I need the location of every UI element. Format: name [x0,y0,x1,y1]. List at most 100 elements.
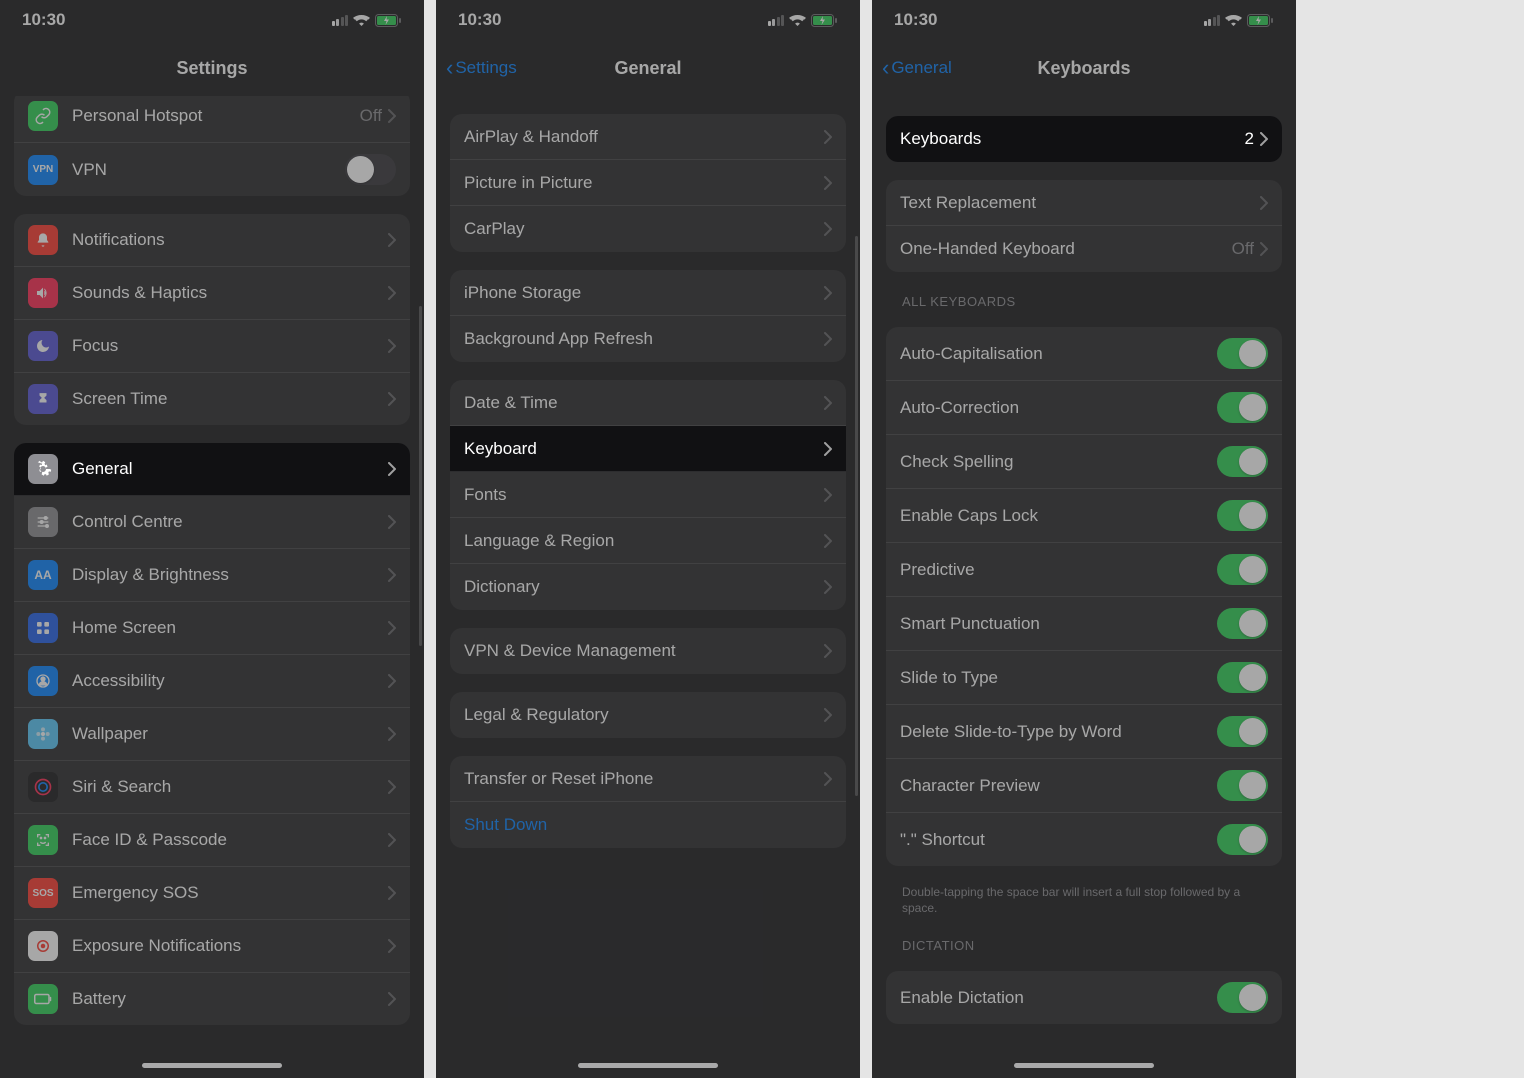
sliders-icon [28,507,58,537]
chevron-right-icon [824,644,832,658]
row-one-handed[interactable]: One-Handed KeyboardOff [886,226,1282,272]
row-screen-time[interactable]: Screen Time [14,373,410,425]
nav-bar: ‹General Keyboards [872,40,1296,96]
row-fonts[interactable]: Fonts [450,472,846,518]
row-label: Auto-Capitalisation [900,344,1217,364]
toggle-smart-punct[interactable] [1217,608,1268,639]
scroll-area[interactable]: AirPlay & HandoffPicture in PictureCarPl… [436,96,860,1056]
chevron-right-icon [388,992,396,1006]
row-airplay-handoff[interactable]: AirPlay & Handoff [450,114,846,160]
toggle-char-preview[interactable] [1217,770,1268,801]
row-personal-hotspot[interactable]: Personal HotspotOff [14,96,410,143]
row-iphone-storage[interactable]: iPhone Storage [450,270,846,316]
row-label: Text Replacement [900,193,1260,213]
speaker-icon [28,278,58,308]
home-indicator[interactable] [578,1063,718,1068]
toggle-delete-slide[interactable] [1217,716,1268,747]
hourglass-icon [28,384,58,414]
row-notifications[interactable]: Notifications [14,214,410,267]
row-shut-down[interactable]: Shut Down [450,802,846,848]
row-general[interactable]: General [14,443,410,496]
row-char-preview[interactable]: Character Preview [886,759,1282,813]
toggle-enable-dictation[interactable] [1217,982,1268,1013]
settings-group: Keyboards2 [886,116,1282,162]
row-auto-cap[interactable]: Auto-Capitalisation [886,327,1282,381]
section-footer: Double-tapping the space bar will insert… [902,884,1266,916]
row-label: Language & Region [464,531,824,551]
settings-group: iPhone StorageBackground App Refresh [450,270,846,362]
toggle-predictive[interactable] [1217,554,1268,585]
home-indicator[interactable] [142,1063,282,1068]
row-enable-dictation[interactable]: Enable Dictation [886,971,1282,1024]
row-keyboard[interactable]: Keyboard [450,426,846,472]
row-check-spelling[interactable]: Check Spelling [886,435,1282,489]
row-dictionary[interactable]: Dictionary [450,564,846,610]
row-transfer-reset[interactable]: Transfer or Reset iPhone [450,756,846,802]
scroll-area[interactable]: Keyboards2 Text Replacement One-Handed Key… [872,96,1296,1056]
settings-group: AirPlay & HandoffPicture in PictureCarPl… [450,114,846,252]
row-face-id[interactable]: Face ID & Passcode [14,814,410,867]
row-siri-search[interactable]: Siri & Search [14,761,410,814]
chevron-right-icon [824,772,832,786]
row-exposure[interactable]: Exposure Notifications [14,920,410,973]
row-legal[interactable]: Legal & Regulatory [450,692,846,738]
status-time: 10:30 [894,10,937,30]
row-label: Focus [72,336,388,356]
row-bg-refresh[interactable]: Background App Refresh [450,316,846,362]
toggle-caps-lock[interactable] [1217,500,1268,531]
row-date-time[interactable]: Date & Time [450,380,846,426]
row-smart-punct[interactable]: Smart Punctuation [886,597,1282,651]
back-button[interactable]: ‹General [882,57,952,79]
back-button[interactable]: ‹Settings [446,57,517,79]
row-predictive[interactable]: Predictive [886,543,1282,597]
row-caps-lock[interactable]: Enable Caps Lock [886,489,1282,543]
row-sounds-haptics[interactable]: Sounds & Haptics [14,267,410,320]
row-dot-shortcut[interactable]: "." Shortcut [886,813,1282,866]
chevron-right-icon [824,708,832,722]
wifi-icon [353,14,370,26]
row-slide-type[interactable]: Slide to Type [886,651,1282,705]
toggle-auto-cap[interactable] [1217,338,1268,369]
home-indicator[interactable] [1014,1063,1154,1068]
person-icon [28,666,58,696]
row-vpn-device-mgmt[interactable]: VPN & Device Management [450,628,846,674]
scrollbar-thumb[interactable] [419,306,422,646]
chevron-right-icon [388,939,396,953]
toggle-auto-correct[interactable] [1217,392,1268,423]
settings-group: Personal HotspotOffVPNVPN [14,96,410,196]
row-emergency-sos[interactable]: SOSEmergency SOS [14,867,410,920]
row-home-screen[interactable]: Home Screen [14,602,410,655]
row-auto-correct[interactable]: Auto-Correction [886,381,1282,435]
toggle-dot-shortcut[interactable] [1217,824,1268,855]
row-wallpaper[interactable]: Wallpaper [14,708,410,761]
toggle-slide-type[interactable] [1217,662,1268,693]
row-label: Shut Down [464,815,832,835]
row-focus[interactable]: Focus [14,320,410,373]
row-text-replacement[interactable]: Text Replacement [886,180,1282,226]
scroll-area[interactable]: Personal HotspotOffVPNVPN NotificationsSo… [0,96,424,1056]
row-language-region[interactable]: Language & Region [450,518,846,564]
row-vpn[interactable]: VPNVPN [14,143,410,196]
flower-icon [28,719,58,749]
chevron-right-icon [824,176,832,190]
chevron-right-icon [388,109,396,123]
row-battery[interactable]: Battery [14,973,410,1025]
row-control-centre[interactable]: Control Centre [14,496,410,549]
row-delete-slide[interactable]: Delete Slide-to-Type by Word [886,705,1282,759]
battery-icon [1247,14,1274,27]
row-carplay[interactable]: CarPlay [450,206,846,252]
scrollbar-thumb[interactable] [855,236,858,796]
status-time: 10:30 [22,10,65,30]
row-display-brightness[interactable]: AADisplay & Brightness [14,549,410,602]
toggle-vpn[interactable] [345,154,396,185]
row-accessibility[interactable]: Accessibility [14,655,410,708]
row-label: Display & Brightness [72,565,388,585]
signal-icon [1204,15,1221,26]
toggle-check-spelling[interactable] [1217,446,1268,477]
row-keyboards[interactable]: Keyboards2 [886,116,1282,162]
settings-group: Auto-Capitalisation Auto-CorrectionCheck … [886,327,1282,866]
chevron-right-icon [388,727,396,741]
bell-icon [28,225,58,255]
row-pip[interactable]: Picture in Picture [450,160,846,206]
chevron-right-icon [388,833,396,847]
